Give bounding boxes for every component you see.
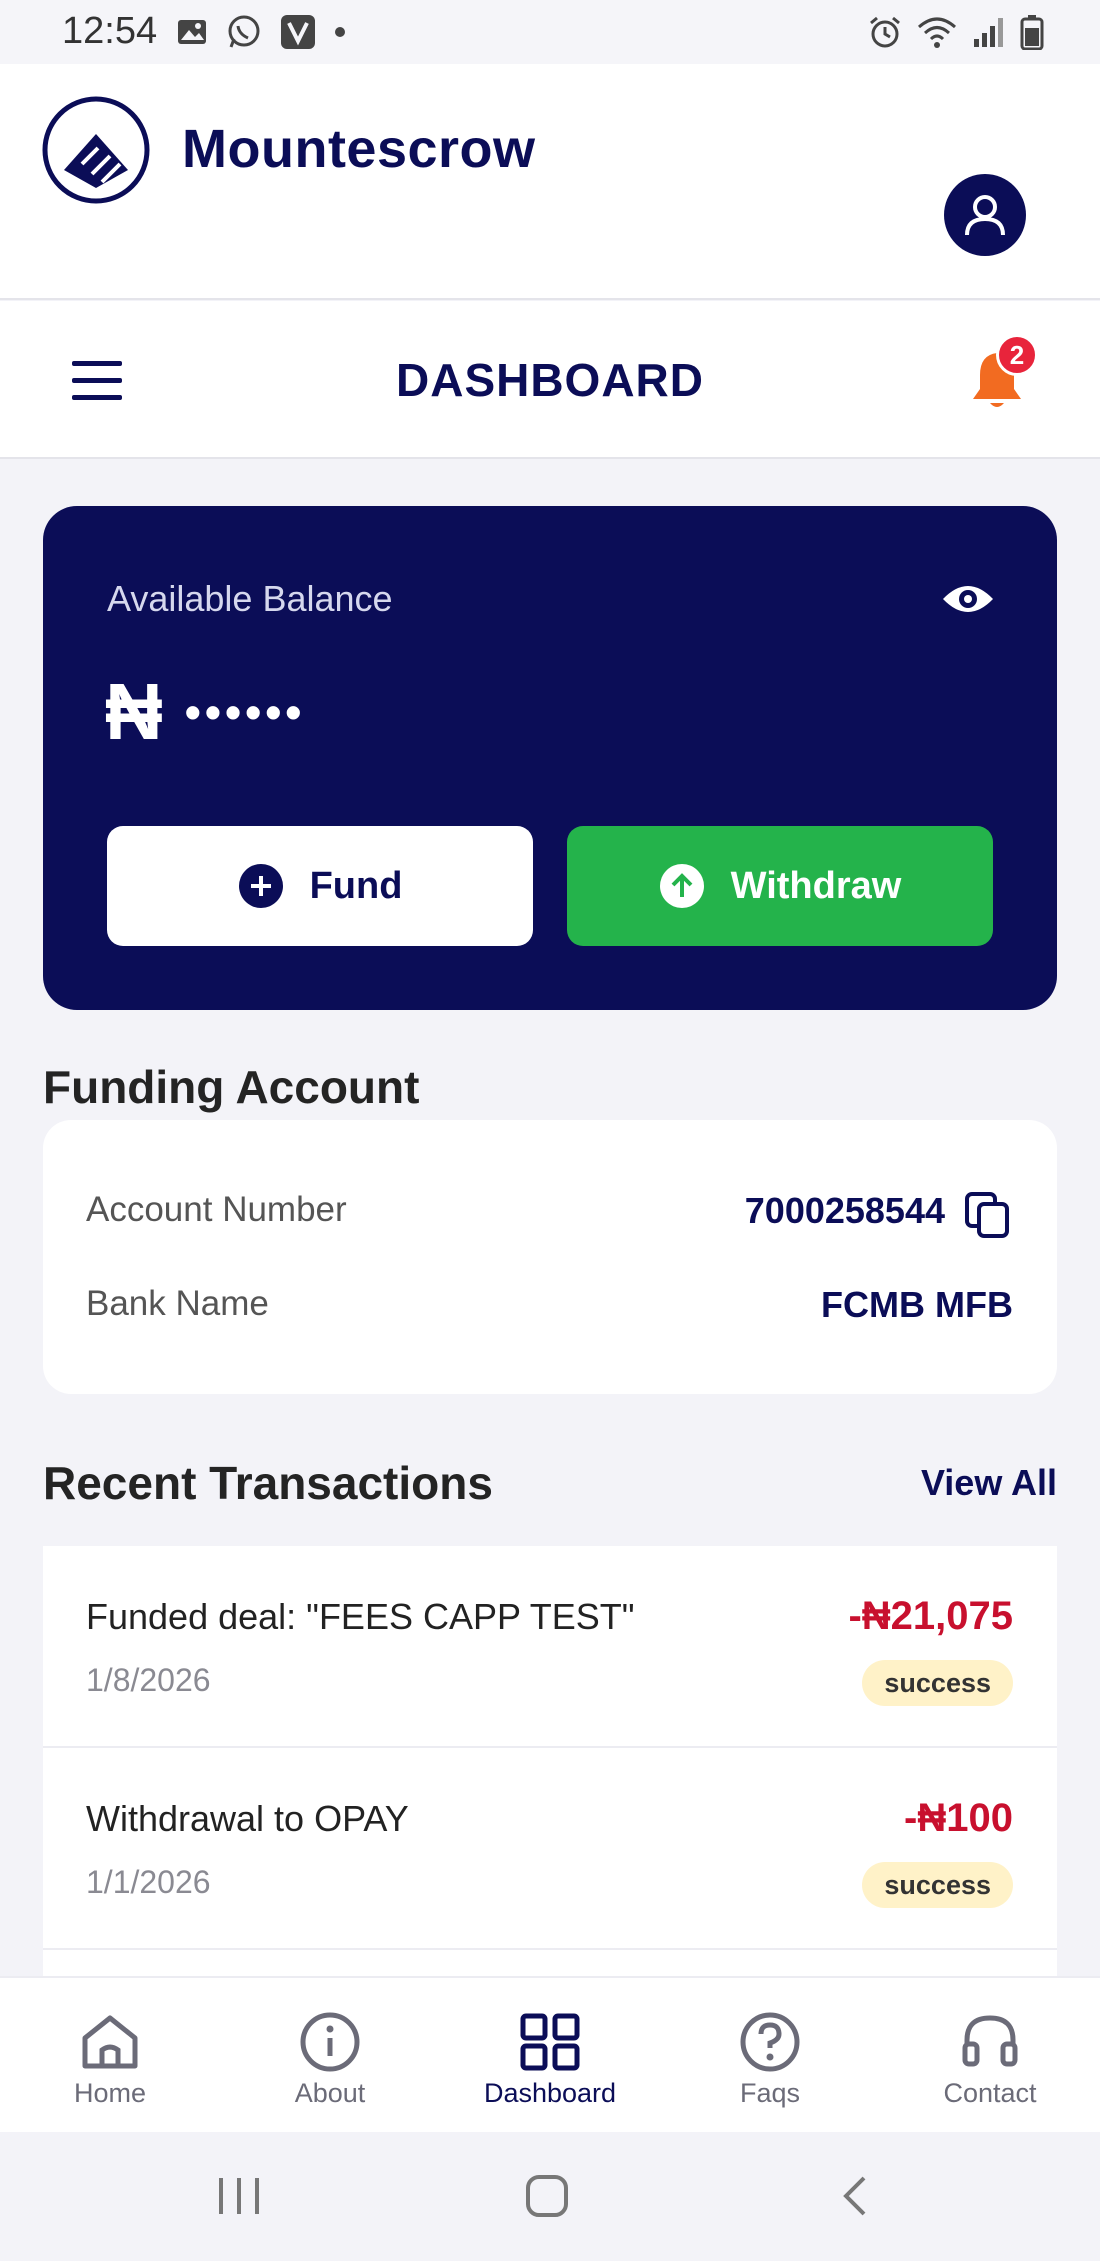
- withdraw-button[interactable]: Withdraw: [567, 826, 993, 946]
- app-header: [0, 64, 1100, 300]
- tab-home[interactable]: Home: [10, 1978, 210, 2134]
- plus-circle-icon: [238, 864, 283, 908]
- user-icon: [965, 195, 1005, 236]
- info-icon: [300, 2012, 360, 2072]
- transaction-item[interactable]: Funded deal: "FEES CAPP TEST" 1/8/2026 -…: [43, 1546, 1057, 1748]
- status-badge: success: [862, 1660, 1013, 1706]
- transaction-amount: -₦21,075: [848, 1594, 1013, 1638]
- tab-contact-label: Contact: [943, 2078, 1037, 2108]
- funding-card: Account Number 7000258544 Bank Name FCMB…: [43, 1120, 1057, 1394]
- tab-about[interactable]: About: [230, 1978, 430, 2134]
- fund-label: Fund: [309, 864, 403, 907]
- dashboard-icon: [520, 2013, 580, 2071]
- nav-bar: DASHBOARD: [0, 301, 1100, 459]
- copy-account-button[interactable]: [963, 1190, 1013, 1240]
- battery-icon: [1020, 15, 1044, 50]
- alarm-icon: [870, 16, 900, 48]
- transaction-date: 1/8/2026: [86, 1662, 211, 1698]
- account-number-value: 7000258544: [744, 1190, 945, 1231]
- toggle-balance-button[interactable]: [939, 570, 997, 628]
- home-square-icon: [526, 2175, 568, 2217]
- logo: [42, 96, 150, 204]
- tab-faqs[interactable]: Faqs: [670, 1978, 870, 2134]
- status-time: 12:54: [62, 10, 158, 52]
- recent-apps-button[interactable]: [204, 2164, 274, 2228]
- status-bar: 12:54: [0, 0, 1100, 64]
- logo-icon: [42, 96, 150, 204]
- back-icon: [843, 2176, 866, 2216]
- funding-account-title: Funding Account: [43, 1061, 420, 1113]
- home-icon: [82, 2015, 138, 2069]
- whatsapp-icon: [228, 15, 260, 48]
- account-number-label: Account Number: [86, 1190, 347, 1229]
- transaction-item[interactable]: Withdrawal to OPAY 1/1/2026 -₦100 succes…: [43, 1748, 1057, 1950]
- bank-name-value: FCMB MFB: [821, 1284, 1013, 1325]
- notification-badge: 2: [996, 334, 1038, 376]
- question-icon: [740, 2012, 800, 2072]
- bank-name-label: Bank Name: [86, 1284, 269, 1323]
- profile-button[interactable]: [944, 174, 1026, 256]
- transaction-title: Withdrawal to OPAY: [86, 1798, 409, 1839]
- status-left-icons: [176, 14, 346, 50]
- tab-about-label: About: [294, 2078, 366, 2108]
- withdraw-label: Withdraw: [730, 864, 902, 907]
- recent-transactions-title: Recent Transactions: [43, 1457, 493, 1509]
- status-right-icons: [868, 14, 1044, 50]
- tab-contact[interactable]: Contact: [890, 1978, 1090, 2134]
- transaction-date: 1/1/2026: [86, 1864, 211, 1900]
- wifi-icon: [918, 17, 956, 48]
- image-icon: [178, 20, 206, 44]
- bottom-nav: Home About Dashboard Faqs Contact: [0, 1976, 1100, 2132]
- brand-name: Mountescrow: [182, 119, 536, 179]
- balance-label: Available Balance: [107, 578, 393, 619]
- v-app-icon: [281, 15, 315, 49]
- fund-button[interactable]: Fund: [107, 826, 533, 946]
- transaction-title: Funded deal: "FEES CAPP TEST": [86, 1596, 635, 1637]
- home-system-button[interactable]: [512, 2164, 582, 2228]
- signal-icon: [974, 18, 1003, 47]
- balance-value: ₦ ••••••: [105, 666, 305, 758]
- view-all-link[interactable]: View All: [921, 1462, 1057, 1504]
- headset-icon: [962, 2015, 1018, 2067]
- balance-card: Available Balance ₦ •••••• Fund Withdraw: [43, 506, 1057, 1010]
- tab-faqs-label: Faqs: [739, 2078, 801, 2108]
- recent-apps-icon: [219, 2178, 259, 2214]
- transactions-list: Funded deal: "FEES CAPP TEST" 1/8/2026 -…: [43, 1546, 1057, 1976]
- masked-balance: ••••••: [184, 686, 306, 738]
- copy-icon: [965, 1192, 1009, 1238]
- eye-icon: [943, 586, 993, 612]
- page-title: DASHBOARD: [396, 354, 704, 406]
- transaction-amount: -₦100: [904, 1796, 1013, 1840]
- tab-dashboard-label: Dashboard: [483, 2078, 617, 2108]
- currency-sign: ₦: [105, 667, 163, 756]
- arrow-up-circle-icon: [659, 864, 704, 908]
- tab-dashboard[interactable]: Dashboard: [450, 1978, 650, 2134]
- status-badge: success: [862, 1862, 1013, 1908]
- back-button[interactable]: [820, 2164, 890, 2228]
- tab-home-label: Home: [73, 2078, 147, 2108]
- system-nav: [0, 2132, 1100, 2261]
- dot-icon: [335, 27, 345, 37]
